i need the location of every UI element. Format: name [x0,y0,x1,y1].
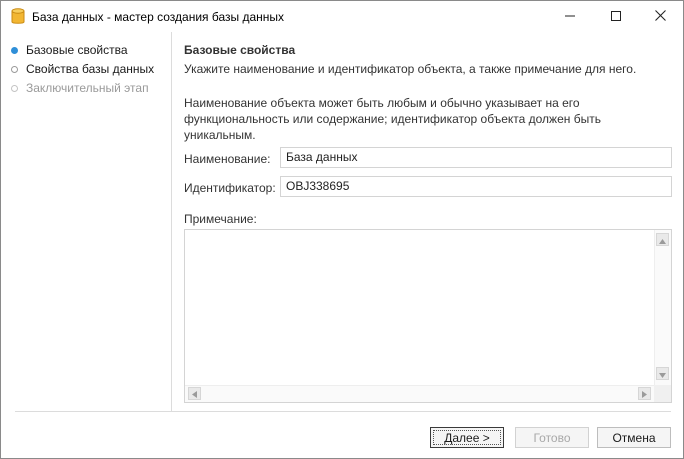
database-icon [11,8,25,25]
step-label: Заключительный этап [26,81,149,95]
name-field[interactable]: База данных [280,147,672,168]
notes-label: Примечание: [184,212,257,226]
horizontal-scrollbar[interactable] [185,385,655,402]
scroll-down-button[interactable] [656,367,669,380]
maximize-button[interactable] [593,1,639,32]
arrow-up-icon [659,233,666,247]
step-disabled-dot-icon [11,84,18,92]
name-label: Наименование: [184,152,271,166]
footer-divider [15,411,671,412]
minimize-button[interactable] [547,1,593,32]
close-button[interactable] [637,1,683,32]
maximize-icon [611,10,621,24]
minimize-icon [565,10,575,24]
wizard-window: База данных - мастер создания базы данны… [0,0,684,459]
scrollbar-corner [654,385,671,402]
finish-button: Готово [515,427,589,448]
vertical-scrollbar[interactable] [654,230,671,385]
finish-button-label: Готово [533,430,571,445]
panel-divider [171,32,172,411]
scroll-up-button[interactable] [656,233,669,246]
scroll-left-button[interactable] [188,387,201,400]
arrow-down-icon [659,367,666,381]
close-icon [654,9,666,24]
identifier-label: Идентификатор: [184,181,276,195]
notes-textarea[interactable] [184,229,672,403]
focus-rect [433,430,501,445]
identifier-field[interactable]: OBJ338695 [280,176,672,197]
vertical-scroll-track[interactable] [656,248,669,366]
page-description: Наименование объекта может быть любым и … [184,96,601,142]
step-label: Свойства базы данных [26,62,155,76]
step-database-properties[interactable]: Свойства базы данных [11,61,154,77]
scroll-right-button[interactable] [638,387,651,400]
step-label: Базовые свойства [26,43,128,57]
arrow-left-icon [192,387,197,401]
title-bar[interactable]: База данных - мастер создания базы данны… [1,1,683,32]
steps-panel: Базовые свойства Свойства базы данных За… [1,32,171,410]
arrow-right-icon [642,387,647,401]
window-title: База данных - мастер создания базы данны… [32,10,285,24]
page-title: Базовые свойства [184,43,296,57]
cancel-button-label: Отмена [612,430,656,445]
next-button[interactable]: Далее > [430,427,504,448]
page-subtitle: Укажите наименование и идентификатор объ… [184,62,637,76]
step-pending-dot-icon [11,65,18,73]
step-active-dot-icon [11,46,18,54]
cancel-button[interactable]: Отмена [597,427,671,448]
step-basic-properties[interactable]: Базовые свойства [11,42,128,58]
step-final-stage: Заключительный этап [11,80,149,96]
horizontal-scroll-track[interactable] [203,387,637,400]
